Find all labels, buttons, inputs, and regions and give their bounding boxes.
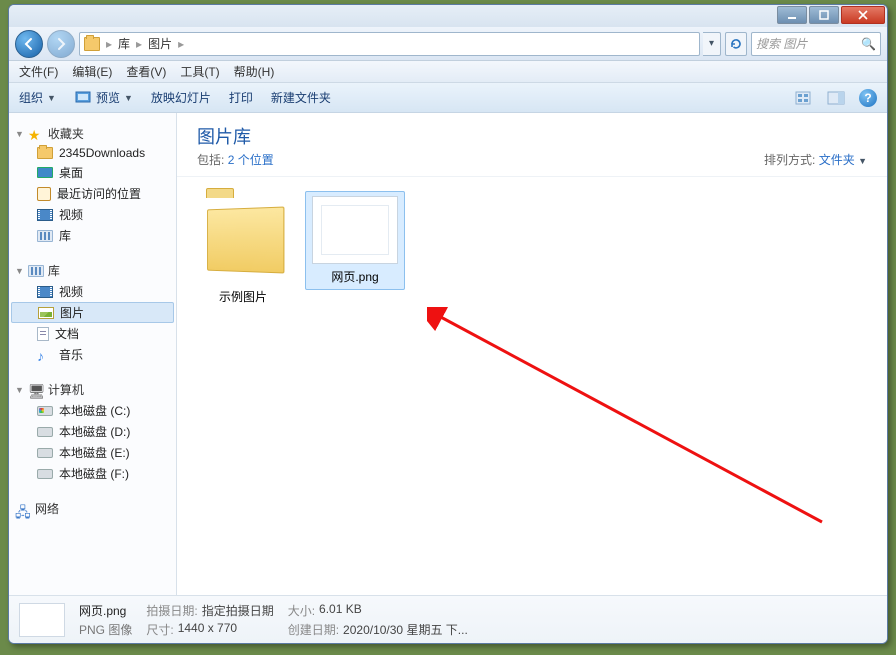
search-placeholder: 搜索 图片 <box>756 35 807 52</box>
created-label: 创建日期: <box>288 621 339 638</box>
details-thumbnail <box>19 603 65 637</box>
document-icon <box>37 327 49 341</box>
menu-help[interactable]: 帮助(H) <box>234 63 275 80</box>
minimize-button[interactable] <box>777 6 807 24</box>
item-folder-sample-pictures[interactable]: 示例图片 <box>193 191 293 310</box>
drive-icon <box>37 469 53 479</box>
network-icon: 🖧 <box>15 502 31 516</box>
print-button[interactable]: 打印 <box>229 89 253 106</box>
image-thumbnail <box>312 196 398 264</box>
details-filetype: PNG 图像 <box>79 621 132 638</box>
desktop-icon <box>37 167 53 178</box>
video-icon <box>37 209 53 221</box>
refresh-button[interactable] <box>725 32 747 56</box>
item-label: 网页.png <box>310 268 400 285</box>
item-label: 示例图片 <box>198 288 288 305</box>
sidebar-item-lib-video[interactable]: 视频 <box>9 281 176 302</box>
network-header[interactable]: 🖧网络 <box>9 498 176 519</box>
star-icon: ★ <box>28 127 44 141</box>
help-button[interactable]: ? <box>859 89 877 107</box>
close-button[interactable] <box>841 6 885 24</box>
maximize-button[interactable] <box>809 6 839 24</box>
main-split: ▼★收藏夹 2345Downloads 桌面 最近访问的位置 视频 库 ▼库 视… <box>9 113 887 595</box>
preview-icon <box>74 90 92 106</box>
music-icon: ♪ <box>37 348 53 362</box>
search-box[interactable]: 搜索 图片 🔍 <box>751 32 881 56</box>
drive-icon <box>37 427 53 437</box>
content-pane: 图片库 包括: 2 个位置 排列方式: 文件夹 ▼ 示例图片 <box>177 113 887 595</box>
breadcrumb-sep: ▸ <box>178 37 184 51</box>
sidebar-item-recent[interactable]: 最近访问的位置 <box>9 183 176 204</box>
preview-button[interactable]: 预览 ▼ <box>74 89 133 106</box>
library-icon <box>37 230 53 242</box>
includes-label: 包括: <box>197 153 224 167</box>
menu-edit[interactable]: 编辑(E) <box>72 63 112 80</box>
navigation-bar: ▸ 库 ▸ 图片 ▸ ▾ 搜索 图片 🔍 <box>9 27 887 61</box>
created-value: 2020/10/30 星期五 下... <box>343 621 468 638</box>
sidebar-item-lib-music[interactable]: ♪音乐 <box>9 344 176 365</box>
details-pane: 网页.png PNG 图像 拍摄日期:指定拍摄日期 尺寸:1440 x 770 … <box>9 595 887 643</box>
dimensions-value: 1440 x 770 <box>178 621 237 638</box>
sidebar-item-libraries[interactable]: 库 <box>9 225 176 246</box>
size-label: 大小: <box>288 602 315 619</box>
address-bar[interactable]: ▸ 库 ▸ 图片 ▸ <box>79 32 700 56</box>
library-title: 图片库 <box>197 123 274 149</box>
sidebar-item-drive-e[interactable]: 本地磁盘 (E:) <box>9 442 176 463</box>
dimensions-label: 尺寸: <box>146 621 173 638</box>
menu-view[interactable]: 查看(V) <box>126 63 166 80</box>
menu-file[interactable]: 文件(F) <box>19 63 58 80</box>
folder-icon <box>84 37 100 51</box>
picture-icon <box>38 307 54 319</box>
sidebar-item-desktop[interactable]: 桌面 <box>9 162 176 183</box>
menu-tools[interactable]: 工具(T) <box>180 63 219 80</box>
libraries-header[interactable]: ▼库 <box>9 260 176 281</box>
forward-button[interactable] <box>47 30 75 58</box>
library-header: 图片库 包括: 2 个位置 排列方式: 文件夹 ▼ <box>177 113 887 177</box>
breadcrumb-sep: ▸ <box>136 37 142 51</box>
search-icon: 🔍 <box>861 37 876 51</box>
sidebar-item-downloads[interactable]: 2345Downloads <box>9 144 176 162</box>
shotdate-value[interactable]: 指定拍摄日期 <box>202 602 274 619</box>
library-icon <box>28 265 44 277</box>
arrange-value[interactable]: 文件夹 <box>819 153 855 167</box>
preview-pane-button[interactable] <box>827 90 845 106</box>
slideshow-button[interactable]: 放映幻灯片 <box>151 89 211 106</box>
sidebar-item-videos[interactable]: 视频 <box>9 204 176 225</box>
address-dropdown[interactable]: ▾ <box>703 32 721 56</box>
navigation-pane: ▼★收藏夹 2345Downloads 桌面 最近访问的位置 视频 库 ▼库 视… <box>9 113 177 595</box>
details-filename: 网页.png <box>79 602 132 619</box>
arrange-label: 排列方式: <box>764 153 815 167</box>
breadcrumb-root[interactable]: 库 <box>118 35 130 52</box>
sidebar-item-lib-documents[interactable]: 文档 <box>9 323 176 344</box>
includes-link[interactable]: 2 个位置 <box>228 153 274 167</box>
folder-icon <box>37 147 53 159</box>
back-button[interactable] <box>15 30 43 58</box>
new-folder-button[interactable]: 新建文件夹 <box>271 89 331 106</box>
item-file-webpage-png[interactable]: 网页.png <box>305 191 405 290</box>
shotdate-label: 拍摄日期: <box>146 602 197 619</box>
sidebar-item-drive-c[interactable]: 本地磁盘 (C:) <box>9 400 176 421</box>
size-value: 6.01 KB <box>319 602 362 619</box>
menu-bar: 文件(F) 编辑(E) 查看(V) 工具(T) 帮助(H) <box>9 61 887 83</box>
drive-icon <box>37 448 53 458</box>
breadcrumb-sep: ▸ <box>106 37 112 51</box>
explorer-window: ▸ 库 ▸ 图片 ▸ ▾ 搜索 图片 🔍 文件(F) 编辑(E) 查看(V) 工… <box>8 4 888 644</box>
folder-thumbnail <box>198 196 290 284</box>
sidebar-item-lib-pictures[interactable]: 图片 <box>11 302 174 323</box>
sidebar-item-drive-f[interactable]: 本地磁盘 (F:) <box>9 463 176 484</box>
recent-icon <box>37 187 51 201</box>
view-options-button[interactable] <box>795 90 813 106</box>
organize-button[interactable]: 组织 ▼ <box>19 89 56 106</box>
drive-icon <box>37 406 53 416</box>
computer-icon: 🖥 <box>28 383 44 397</box>
sidebar-item-drive-d[interactable]: 本地磁盘 (D:) <box>9 421 176 442</box>
annotation-arrow <box>427 307 847 547</box>
video-icon <box>37 286 53 298</box>
titlebar <box>9 5 887 27</box>
computer-header[interactable]: ▼🖥计算机 <box>9 379 176 400</box>
favorites-header[interactable]: ▼★收藏夹 <box>9 123 176 144</box>
items-view[interactable]: 示例图片 网页.png <box>177 177 887 595</box>
command-bar: 组织 ▼ 预览 ▼ 放映幻灯片 打印 新建文件夹 ? <box>9 83 887 113</box>
breadcrumb-current[interactable]: 图片 <box>148 35 172 52</box>
